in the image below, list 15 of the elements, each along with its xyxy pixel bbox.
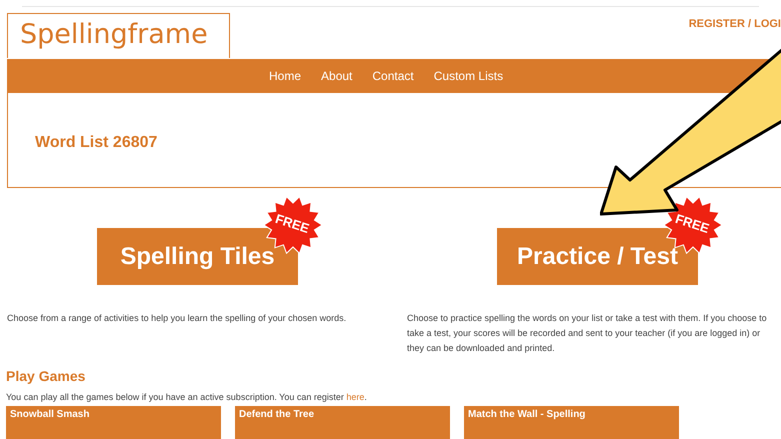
site-logo[interactable]: Spellingframe	[7, 13, 230, 58]
activity-description: Choose to practice spelling the words on your list or take a test with them. If you choose to take a test, your scores will be recorded and sent to your teacher (if you are logged in) or they can be downloaded and printed.	[407, 312, 768, 355]
section-heading: Play Games	[6, 368, 86, 384]
game-tile[interactable]: Match the Wall - Spelling	[464, 406, 679, 439]
game-tile[interactable]: Snowball Smash	[6, 406, 221, 439]
nav-link[interactable]: About	[321, 69, 352, 83]
game-tile[interactable]: Defend the Tree	[235, 406, 450, 439]
games-intro: You can play all the games below if you have an active subscription. You can register here.	[6, 392, 368, 402]
account-links[interactable]: REGISTER / LOGI	[688, 18, 781, 30]
nav-link[interactable]: Custom Lists	[434, 69, 504, 83]
nav-link[interactable]: Contact	[372, 69, 414, 83]
page-title: Word List 26807	[35, 134, 158, 152]
activity-description: Choose from a range of activities to help you learn the spelling of your chosen words.	[7, 312, 348, 325]
register-link[interactable]: here	[346, 392, 364, 402]
nav-link[interactable]: Home	[269, 69, 302, 83]
